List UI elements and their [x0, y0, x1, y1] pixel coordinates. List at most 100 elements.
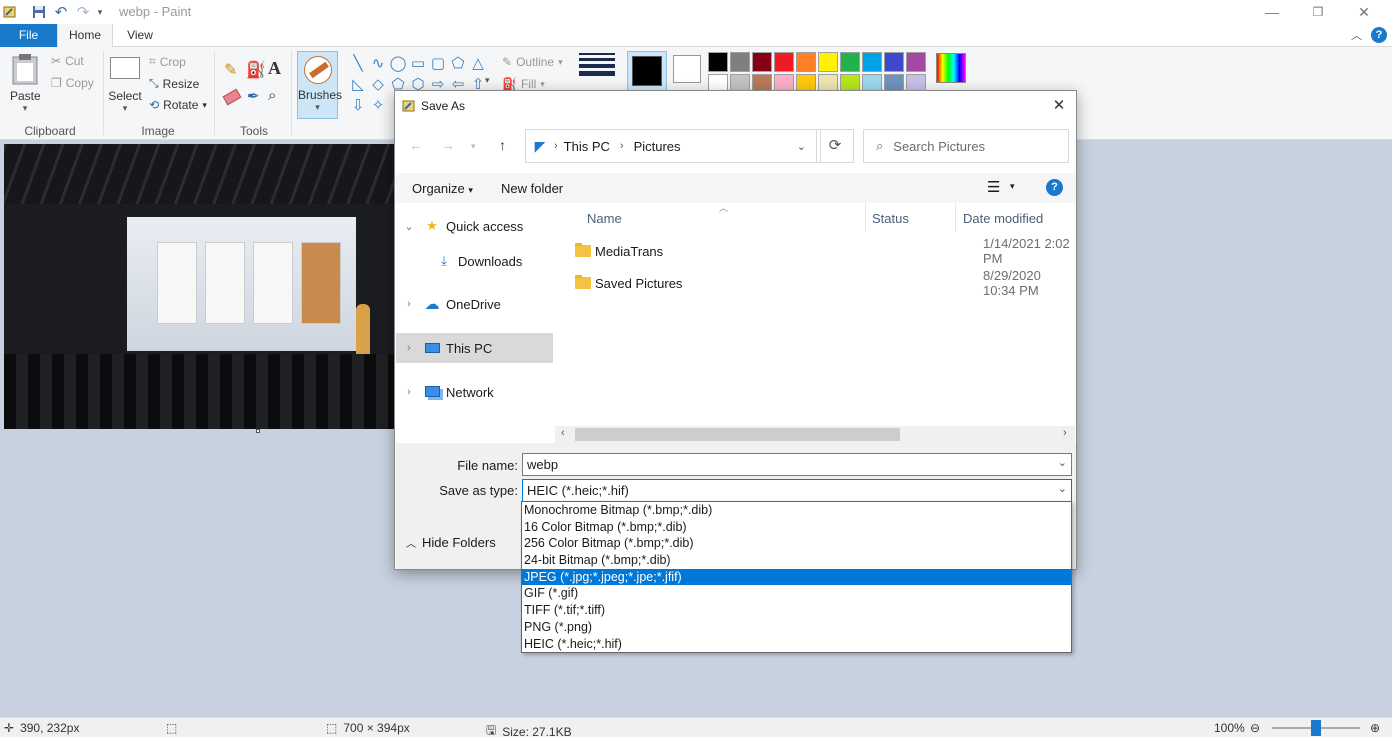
palette-color-swatch[interactable]	[796, 52, 816, 72]
oval-shape-icon[interactable]: ◯	[388, 53, 408, 74]
tab-file[interactable]: File	[0, 24, 57, 47]
file-type-option[interactable]: TIFF (*.tif;*.tiff)	[522, 602, 1071, 619]
color-1-button[interactable]	[627, 51, 667, 91]
scroll-left-icon[interactable]: ‹	[561, 427, 565, 439]
collapse-ribbon-icon[interactable]: ︿	[1351, 27, 1362, 43]
paste-button[interactable]: Paste	[10, 89, 41, 103]
minimize-button[interactable]: —	[1249, 0, 1295, 24]
save-as-type-select[interactable]: HEIC (*.heic;*.hif) ⌄	[522, 479, 1072, 502]
scroll-right-icon[interactable]: ›	[1063, 427, 1067, 439]
column-header-name[interactable]: Name	[587, 211, 622, 226]
eraser-icon[interactable]	[222, 88, 242, 106]
window-close-button[interactable]: ✕	[1341, 0, 1387, 24]
save-type-dropdown-icon[interactable]: ⌄	[1058, 482, 1067, 495]
nav-this-pc[interactable]: › This PC	[396, 333, 553, 363]
dialog-help-icon[interactable]: ?	[1046, 179, 1063, 196]
organize-button[interactable]: Organize ▾	[412, 181, 473, 196]
help-icon[interactable]: ?	[1371, 27, 1387, 43]
list-item[interactable]: MediaTrans 1/14/2021 2:02 PM	[575, 236, 1075, 266]
redo-icon[interactable]: ↷	[74, 3, 92, 21]
magnifier-icon[interactable]: ⌕	[268, 87, 276, 104]
file-type-option[interactable]: 24-bit Bitmap (*.bmp;*.dib)	[522, 552, 1071, 569]
collapsed-chevron-icon[interactable]: ›	[396, 386, 422, 398]
new-folder-button[interactable]: New folder	[501, 181, 563, 196]
search-box[interactable]: ⌕ Search Pictures	[863, 129, 1069, 163]
back-button[interactable]: ←	[409, 137, 423, 153]
file-type-option[interactable]: Monochrome Bitmap (*.bmp;*.dib)	[522, 502, 1071, 519]
polygon-shape-icon[interactable]: ⬠	[448, 53, 468, 74]
curve-shape-icon[interactable]: ∿	[368, 53, 388, 74]
rounded-rectangle-shape-icon[interactable]: ▢	[428, 53, 448, 74]
column-header-status[interactable]: Status	[872, 211, 909, 226]
clipboard-icon[interactable]	[11, 53, 39, 85]
nav-quick-access[interactable]: ⌄ ★ Quick access	[396, 211, 553, 241]
line-shape-icon[interactable]: ╲	[348, 53, 368, 74]
maximize-button[interactable]: ❐	[1295, 0, 1341, 24]
star-shape-icon[interactable]: ✧	[368, 95, 388, 116]
pencil-icon[interactable]: ✎	[224, 60, 237, 80]
file-name-input[interactable]: webp ⌄	[522, 453, 1072, 476]
size-button[interactable]	[579, 53, 615, 81]
text-tool-icon[interactable]: A	[268, 58, 281, 79]
resize-button[interactable]: ⤡ Resize	[149, 76, 199, 91]
nav-downloads[interactable]: ⤓ Downloads	[396, 246, 553, 276]
file-type-option[interactable]: 16 Color Bitmap (*.bmp;*.dib)	[522, 519, 1071, 536]
edit-colors-button[interactable]	[936, 53, 966, 83]
shapes-scroll-icon[interactable]: ▾	[485, 75, 490, 86]
palette-color-swatch[interactable]	[884, 52, 904, 72]
zoom-slider-thumb[interactable]	[1311, 720, 1321, 736]
collapsed-chevron-icon[interactable]: ›	[396, 342, 422, 354]
select-icon[interactable]	[110, 57, 140, 79]
rotate-button[interactable]: ⟲ Rotate ▾	[149, 98, 207, 112]
resize-handle[interactable]	[256, 429, 260, 433]
palette-color-swatch[interactable]	[840, 52, 860, 72]
palette-color-swatch[interactable]	[730, 52, 750, 72]
zoom-out-button[interactable]: ⊖	[1250, 721, 1260, 735]
address-history-icon[interactable]: ⌄	[797, 140, 806, 153]
file-name-dropdown-icon[interactable]: ⌄	[1058, 456, 1067, 469]
select-dropdown-icon[interactable]: ▾	[107, 103, 143, 114]
customize-qat-icon[interactable]: ▾	[94, 3, 106, 21]
tab-view[interactable]: View	[113, 24, 167, 47]
forward-button[interactable]: →	[441, 137, 455, 153]
recent-locations-icon[interactable]: ▾	[471, 141, 476, 152]
select-button[interactable]: Select	[107, 89, 143, 103]
triangle-shape-icon[interactable]: △	[468, 53, 488, 74]
address-bar[interactable]: ◤ › This PC › Pictures ⌄	[525, 129, 821, 163]
file-type-option[interactable]: HEIC (*.heic;*.hif)	[522, 636, 1071, 653]
palette-color-swatch[interactable]	[708, 52, 728, 72]
color-2-button[interactable]	[673, 55, 701, 83]
zoom-in-button[interactable]: ⊕	[1370, 721, 1380, 735]
hide-folders-button[interactable]: ︿ Hide Folders	[406, 535, 496, 550]
breadcrumb-this-pc[interactable]: This PC	[564, 139, 610, 154]
refresh-button[interactable]: ⟳	[816, 129, 854, 163]
expanded-chevron-icon[interactable]: ⌄	[396, 220, 422, 233]
palette-color-swatch[interactable]	[862, 52, 882, 72]
tab-home[interactable]: Home	[57, 24, 113, 48]
collapsed-chevron-icon[interactable]: ›	[396, 298, 422, 310]
breadcrumb-pictures[interactable]: Pictures	[634, 139, 681, 154]
diamond-shape-icon[interactable]: ◇	[368, 74, 388, 95]
right-triangle-shape-icon[interactable]: ◺	[348, 74, 368, 95]
file-type-option[interactable]: 256 Color Bitmap (*.bmp;*.dib)	[522, 535, 1071, 552]
view-dropdown-icon[interactable]: ▾	[1010, 181, 1015, 192]
color-picker-icon[interactable]: ✒	[247, 87, 260, 105]
nav-onedrive[interactable]: › ☁ OneDrive	[396, 289, 553, 319]
view-options-icon[interactable]: ☰	[987, 178, 1000, 196]
file-type-option[interactable]: PNG (*.png)	[522, 619, 1071, 636]
paint-logo-icon[interactable]	[2, 3, 18, 21]
scrollbar-thumb[interactable]	[575, 428, 900, 441]
paste-dropdown-icon[interactable]: ▾	[10, 103, 40, 114]
undo-icon[interactable]: ↶	[52, 3, 70, 21]
rectangle-shape-icon[interactable]: ▭	[408, 53, 428, 74]
palette-color-swatch[interactable]	[818, 52, 838, 72]
up-button[interactable]: ↑	[499, 137, 506, 153]
brushes-button[interactable]: Brushes ▾	[297, 51, 342, 119]
file-type-option[interactable]: JPEG (*.jpg;*.jpeg;*.jpe;*.jfif)	[522, 568, 1071, 586]
horizontal-scrollbar[interactable]: ‹ ›	[555, 426, 1075, 443]
canvas-image[interactable]	[4, 144, 394, 429]
palette-color-swatch[interactable]	[752, 52, 772, 72]
list-item[interactable]: Saved Pictures 8/29/2020 10:34 PM	[575, 268, 1075, 298]
file-type-option[interactable]: GIF (*.gif)	[522, 585, 1071, 602]
palette-color-swatch[interactable]	[906, 52, 926, 72]
